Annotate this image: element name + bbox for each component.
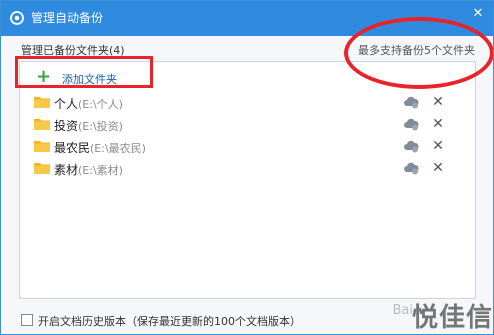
folder-icon bbox=[34, 97, 50, 108]
folder-icon bbox=[34, 163, 50, 174]
history-version-label: 开启文档历史版本（保存最近更新的100个文档版本） bbox=[38, 315, 301, 328]
folder-path: (E:\最农民) bbox=[90, 142, 146, 155]
annotation-rectangle bbox=[15, 56, 153, 88]
folder-row[interactable]: 投资(E:\投资) ✕ bbox=[20, 114, 475, 136]
folder-path: (E:\个人) bbox=[78, 98, 123, 111]
history-version-checkbox[interactable] bbox=[21, 314, 33, 326]
folder-name: 最农民 bbox=[54, 141, 91, 155]
folder-name: 素材 bbox=[54, 163, 79, 177]
cloud-backup-icon[interactable] bbox=[403, 139, 419, 153]
folder-path: (E:\投资) bbox=[78, 120, 123, 133]
folder-row[interactable]: 素材(E:\素材) ✕ bbox=[20, 158, 475, 180]
annotation-ellipse bbox=[344, 17, 493, 89]
watermark-small-text: Bai bbox=[392, 303, 414, 318]
folder-icon bbox=[34, 119, 50, 130]
watermark: 悦佳信 bbox=[411, 303, 493, 333]
cloud-backup-icon[interactable] bbox=[403, 117, 419, 131]
cloud-backup-icon[interactable] bbox=[403, 95, 419, 109]
folder-path: (E:\素材) bbox=[78, 164, 123, 177]
folder-icon bbox=[34, 141, 50, 152]
folder-name: 个人 bbox=[54, 97, 79, 111]
settings-icon bbox=[10, 11, 24, 25]
remove-folder-icon[interactable]: ✕ bbox=[431, 138, 445, 154]
window-title: 管理自动备份 bbox=[31, 11, 104, 25]
remove-folder-icon[interactable]: ✕ bbox=[431, 116, 445, 132]
folder-name: 投资 bbox=[54, 119, 79, 133]
backup-manager-window: 管理自动备份 ✕ 管理已备份文件夹(4) 最多支持备份5个文件夹 + 添加文件夹… bbox=[0, 0, 494, 335]
history-version-option[interactable]: 开启文档历史版本（保存最近更新的100个文档版本） bbox=[21, 313, 301, 329]
folder-row[interactable]: 最农民(E:\最农民) ✕ bbox=[20, 136, 475, 158]
remove-folder-icon[interactable]: ✕ bbox=[431, 94, 445, 110]
close-icon[interactable]: ✕ bbox=[471, 7, 485, 21]
remove-folder-icon[interactable]: ✕ bbox=[431, 160, 445, 176]
folder-row[interactable]: 个人(E:\个人) ✕ bbox=[20, 92, 475, 114]
cloud-backup-icon[interactable] bbox=[403, 161, 419, 175]
folder-list: + 添加文件夹 个人(E:\个人) ✕ 投资(E:\投资) ✕ 最农民(E:\最… bbox=[19, 61, 476, 299]
